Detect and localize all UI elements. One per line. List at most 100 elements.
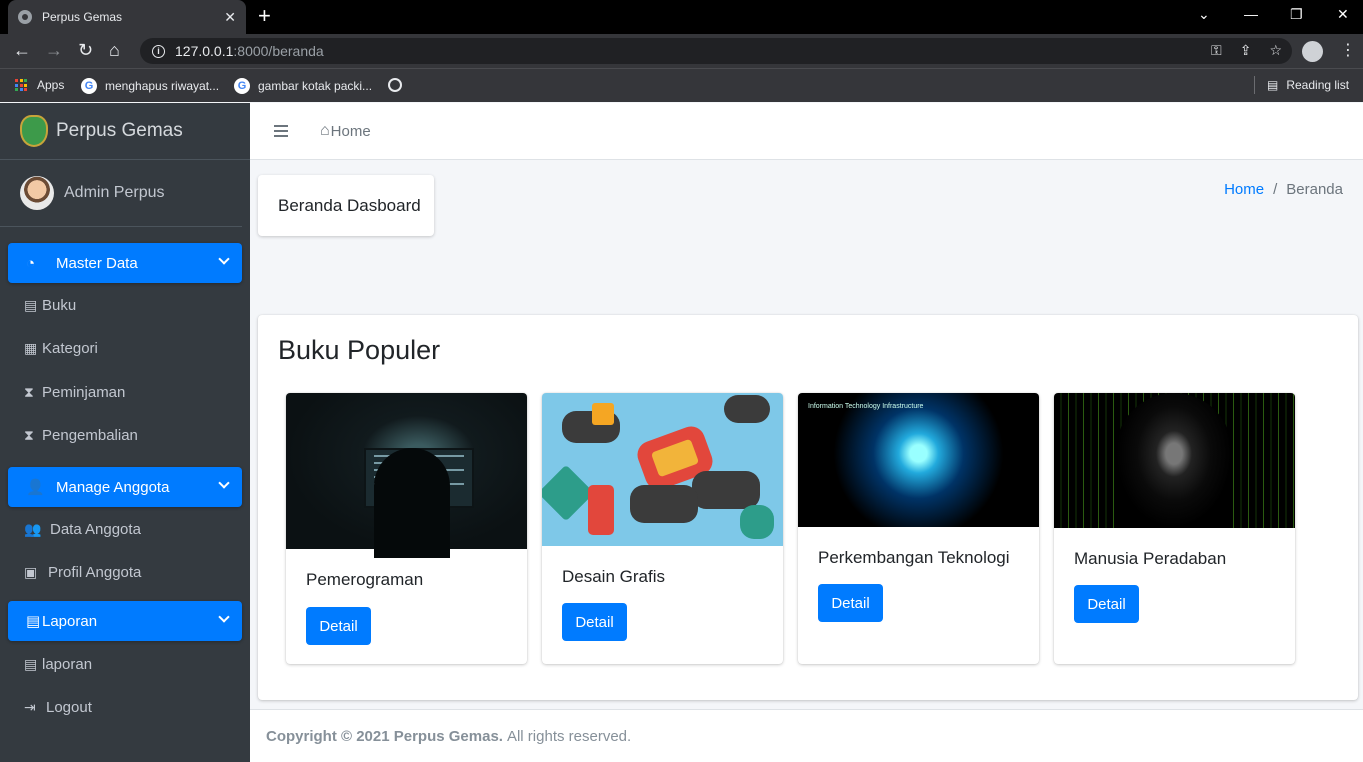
home-browser-icon[interactable]: ⌂ [109, 40, 120, 60]
sidebar-item-buku[interactable]: ▤ Buku [24, 297, 76, 314]
footer: Copyright © 2021 Perpus Gemas. All right… [250, 709, 1363, 762]
sign-out-icon: ⇥ [24, 699, 36, 715]
google-icon: G [234, 78, 250, 94]
key-icon[interactable]: ⚿ [1211, 42, 1222, 59]
popular-books-card: Buku Populer Pemerograman Detail Desain … [258, 315, 1358, 700]
share-icon[interactable]: ⇪ [1240, 42, 1252, 59]
nav-group-manage-anggota[interactable]: 👤 Manage Anggota [8, 467, 242, 507]
sidebar-item-data-anggota[interactable]: 👥 Data Anggota [24, 521, 141, 538]
sidebar-item-logout[interactable]: ⇥ Logout [24, 699, 92, 716]
nav-group-master-data[interactable]: ◔ Master Data [8, 243, 242, 283]
tab-search-chevron-icon[interactable]: ⌄ [1198, 6, 1210, 23]
bookmarks-divider [1254, 76, 1255, 94]
tab-close-icon[interactable]: ✕ [224, 9, 236, 26]
forward-icon[interactable]: → [45, 40, 63, 60]
address-bar[interactable]: i 127.0.0.1:8000/beranda ⚿ ⇪ ☆ [140, 38, 1292, 64]
id-card-icon: ▣ [24, 564, 38, 580]
chevron-down-icon [218, 477, 230, 489]
sidebar-item-label: Data Anggota [50, 521, 141, 538]
book-card: Desain Grafis Detail [542, 393, 783, 664]
detail-button[interactable]: Detail [818, 584, 883, 622]
book-cover-image: Information Technology Infrastructure [798, 393, 1039, 527]
url-path: :8000/beranda [233, 43, 324, 59]
bookmark-label: Apps [37, 78, 65, 92]
hamburger-menu-icon[interactable] [274, 125, 288, 137]
bookmark-label: menghapus riwayat... [105, 79, 220, 93]
bookmarks-bar: Apps G menghapus riwayat... G gambar kot… [0, 68, 1363, 102]
sidebar-item-label: Peminjaman [42, 384, 126, 401]
url-host: 127.0.0.1 [175, 43, 234, 59]
book-cover-image [542, 393, 783, 546]
navbar-home-link[interactable]: ⌂ Home [320, 122, 371, 140]
cover-caption: Information Technology Infrastructure [808, 403, 924, 410]
book-cover-image [1054, 393, 1295, 528]
close-window-icon[interactable]: ✕ [1337, 6, 1349, 23]
tab-title: Perpus Gemas [42, 10, 123, 24]
restore-icon[interactable]: ❐ [1290, 6, 1303, 23]
star-icon[interactable]: ☆ [1269, 42, 1282, 59]
sidebar-item-kategori[interactable]: ▦ Kategori [24, 340, 98, 357]
clipboard-icon: ▦ [24, 340, 38, 356]
site-info-icon[interactable]: i [152, 44, 165, 58]
sidebar-item-label: Logout [46, 699, 92, 716]
more-menu-icon[interactable]: ⋮ [1340, 40, 1356, 60]
minimize-icon[interactable]: — [1244, 6, 1258, 22]
bookmark-apps[interactable]: Apps [15, 78, 64, 92]
bookmark-item[interactable]: G menghapus riwayat... [81, 78, 219, 94]
sidebar-item-peminjaman[interactable]: ⧗ Peminjaman [24, 384, 125, 401]
navbar-home-label: Home [330, 122, 371, 140]
detail-button[interactable]: Detail [562, 603, 627, 641]
sidebar-item-laporan[interactable]: ▤ laporan [24, 656, 92, 673]
user-avatar [20, 176, 54, 210]
users-icon: 👥 [24, 521, 42, 537]
book-title: Perkembangan Teknologi [818, 548, 1010, 567]
bookmark-label: gambar kotak packi... [258, 79, 373, 93]
breadcrumb-current: Beranda [1286, 181, 1343, 198]
brand-link[interactable]: Perpus Gemas [0, 103, 250, 160]
google-icon: G [81, 78, 97, 94]
breadcrumb-home-link[interactable]: Home [1224, 181, 1264, 198]
book-title: Manusia Peradaban [1074, 549, 1227, 568]
book-card: Manusia Peradaban Detail [1054, 393, 1295, 664]
apps-grid-icon [15, 79, 27, 91]
nav-group-laporan[interactable]: ▤ Laporan [8, 601, 242, 641]
chevron-down-icon [218, 611, 230, 623]
back-icon[interactable]: ← [13, 40, 31, 60]
brand-logo [20, 115, 48, 147]
book-title: Pemerograman [306, 570, 424, 589]
profile-avatar[interactable] [1302, 41, 1323, 62]
brand-text: Perpus Gemas [56, 120, 183, 141]
book-card: Information Technology Infrastructure Pe… [798, 393, 1039, 664]
bookmark-item[interactable] [388, 78, 402, 92]
user-cog-icon: 👤 [26, 479, 45, 496]
sidebar-item-profil-anggota[interactable]: ▣ Profil Anggota [24, 564, 141, 581]
breadcrumb-separator: / [1273, 181, 1278, 198]
chevron-down-icon [218, 253, 230, 265]
book-cover-image [286, 393, 527, 558]
reading-list-button[interactable]: ▤ Reading list [1267, 78, 1349, 92]
book-card: Pemerograman Detail [286, 393, 527, 664]
browser-tab[interactable]: Perpus Gemas ✕ [8, 0, 246, 34]
sidebar-item-label: Buku [42, 297, 77, 314]
sidebar-item-pengembalian[interactable]: ⧗ Pengembalian [24, 427, 138, 444]
browser-toolbar: ← → ↻ ⌂ i 127.0.0.1:8000/beranda ⚿ ⇪ ☆ [0, 34, 1363, 68]
nav-group-label: Manage Anggota [56, 478, 170, 496]
detail-button[interactable]: Detail [306, 607, 371, 645]
popular-books-heading: Buku Populer [278, 335, 441, 365]
user-panel[interactable]: Admin Perpus [0, 160, 242, 227]
new-tab-icon[interactable]: + [258, 5, 271, 27]
detail-button[interactable]: Detail [1074, 585, 1139, 623]
reading-list-icon: ▤ [1267, 78, 1279, 92]
sidebar-item-label: Profil Anggota [48, 564, 142, 581]
reload-icon[interactable]: ↻ [78, 40, 93, 60]
footer-rights: All rights reserved. [506, 727, 632, 745]
breadcrumb: Home / Beranda [1224, 181, 1343, 198]
bookmark-item[interactable]: G gambar kotak packi... [234, 78, 372, 94]
sidebar-item-label: Pengembalian [42, 427, 138, 444]
sidebar: Perpus Gemas Admin Perpus ◔ Master Data … [0, 103, 250, 762]
globe-icon [388, 78, 402, 92]
browser-tab-strip: Perpus Gemas ✕ + ⌄ — ❐ ✕ [0, 0, 1363, 34]
file-icon: ▤ [24, 656, 38, 672]
sidebar-item-label: laporan [42, 656, 93, 673]
nav-group-label: Master Data [56, 254, 138, 272]
